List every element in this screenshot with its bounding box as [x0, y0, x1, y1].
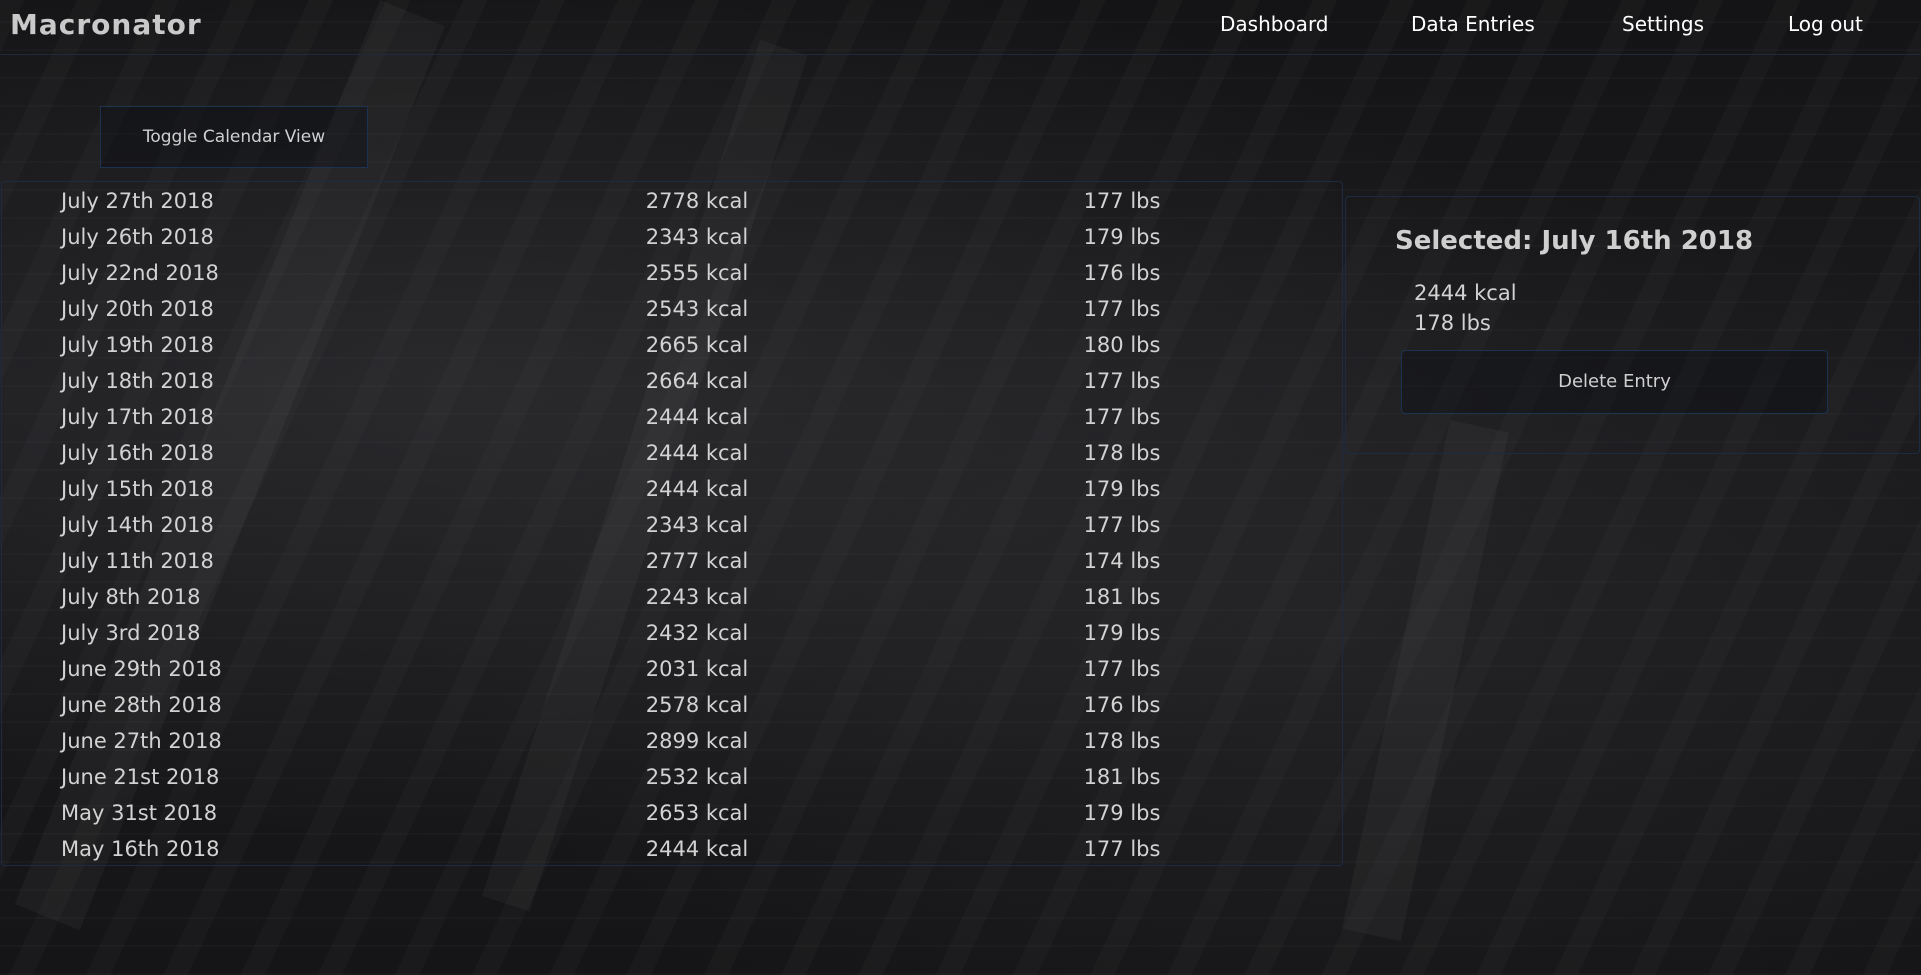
entry-kcal: 2532 kcal	[645, 765, 749, 789]
entry-weight: 177 lbs	[1083, 189, 1161, 213]
nav-dashboard-link[interactable]: Dashboard	[1220, 12, 1329, 36]
entry-date: July 15th 2018	[61, 477, 214, 501]
entry-date: July 27th 2018	[61, 189, 214, 213]
entry-row[interactable]: June 21st 2018 2532 kcal 181 lbs	[2, 762, 1342, 798]
entry-row[interactable]: July 18th 2018 2664 kcal 177 lbs	[2, 366, 1342, 402]
entry-kcal: 2444 kcal	[645, 441, 749, 465]
entry-date: July 16th 2018	[61, 441, 214, 465]
entry-kcal: 2899 kcal	[645, 729, 749, 753]
entry-weight: 177 lbs	[1083, 513, 1161, 537]
entry-row[interactable]: July 19th 2018 2665 kcal 180 lbs	[2, 330, 1342, 366]
entry-row[interactable]: June 28th 2018 2578 kcal 176 lbs	[2, 690, 1342, 726]
brand-logo[interactable]: Macronator	[10, 8, 202, 41]
entry-row[interactable]: July 22nd 2018 2555 kcal 176 lbs	[2, 258, 1342, 294]
nav-logout-link[interactable]: Log out	[1788, 12, 1863, 36]
entry-date: July 8th 2018	[61, 585, 201, 609]
entry-weight: 177 lbs	[1083, 837, 1161, 861]
entry-row[interactable]: June 27th 2018 2899 kcal 178 lbs	[2, 726, 1342, 762]
nav-data-entries-link[interactable]: Data Entries	[1411, 12, 1535, 36]
entry-kcal: 2243 kcal	[645, 585, 749, 609]
entry-weight: 179 lbs	[1083, 621, 1161, 645]
entry-row[interactable]: May 31st 2018 2653 kcal 179 lbs	[2, 798, 1342, 834]
entry-date: July 20th 2018	[61, 297, 214, 321]
selected-entry-panel: Selected: July 16th 2018 2444 kcal 178 l…	[1345, 196, 1920, 454]
entry-date: May 31st 2018	[61, 801, 218, 825]
entry-weight: 179 lbs	[1083, 477, 1161, 501]
entry-kcal: 2653 kcal	[645, 801, 749, 825]
selected-entry-weight: 178 lbs	[1414, 311, 1491, 335]
entry-date: June 27th 2018	[61, 729, 222, 753]
entry-date: June 28th 2018	[61, 693, 222, 717]
selected-entry-title: Selected: July 16th 2018	[1395, 226, 1754, 256]
entry-kcal: 2665 kcal	[645, 333, 749, 357]
entry-kcal: 2432 kcal	[645, 621, 749, 645]
entry-kcal: 2444 kcal	[645, 405, 749, 429]
entry-weight: 177 lbs	[1083, 657, 1161, 681]
entry-row[interactable]: July 26th 2018 2343 kcal 179 lbs	[2, 222, 1342, 258]
entry-row[interactable]: July 3rd 2018 2432 kcal 179 lbs	[2, 618, 1342, 654]
entry-weight: 179 lbs	[1083, 801, 1161, 825]
entry-weight: 177 lbs	[1083, 405, 1161, 429]
entry-date: July 11th 2018	[61, 549, 214, 573]
entry-row[interactable]: July 11th 2018 2777 kcal 174 lbs	[2, 546, 1342, 582]
entry-weight: 177 lbs	[1083, 369, 1161, 393]
entry-kcal: 2578 kcal	[645, 693, 749, 717]
toggle-calendar-view-button[interactable]: Toggle Calendar View	[100, 106, 368, 168]
nav-settings-link[interactable]: Settings	[1622, 12, 1704, 36]
entry-kcal: 2343 kcal	[645, 513, 749, 537]
entry-date: June 29th 2018	[61, 657, 222, 681]
entry-row[interactable]: July 17th 2018 2444 kcal 177 lbs	[2, 402, 1342, 438]
entry-date: July 3rd 2018	[61, 621, 201, 645]
entry-row[interactable]: July 14th 2018 2343 kcal 177 lbs	[2, 510, 1342, 546]
entry-kcal: 2778 kcal	[645, 189, 749, 213]
background-beam	[1342, 420, 1509, 941]
entry-weight: 174 lbs	[1083, 549, 1161, 573]
entry-date: July 17th 2018	[61, 405, 214, 429]
entry-date: July 19th 2018	[61, 333, 214, 357]
entry-kcal: 2555 kcal	[645, 261, 749, 285]
selected-entry-kcal: 2444 kcal	[1414, 281, 1517, 305]
entry-kcal: 2343 kcal	[645, 225, 749, 249]
entry-kcal: 2543 kcal	[645, 297, 749, 321]
entry-kcal: 2664 kcal	[645, 369, 749, 393]
top-navbar: Macronator Dashboard Data Entries Settin…	[0, 0, 1921, 55]
entry-weight: 181 lbs	[1083, 765, 1161, 789]
entry-weight: 178 lbs	[1083, 729, 1161, 753]
entry-date: July 26th 2018	[61, 225, 214, 249]
entry-kcal: 2444 kcal	[645, 837, 749, 861]
entries-list: July 27th 2018 2778 kcal 177 lbs July 26…	[1, 181, 1343, 866]
entry-row[interactable]: July 8th 2018 2243 kcal 181 lbs	[2, 582, 1342, 618]
entry-date: May 16th 2018	[61, 837, 220, 861]
entry-date: July 22nd 2018	[61, 261, 219, 285]
entry-weight: 180 lbs	[1083, 333, 1161, 357]
entry-date: June 21st 2018	[61, 765, 220, 789]
entry-kcal: 2777 kcal	[645, 549, 749, 573]
entry-row[interactable]: May 16th 2018 2444 kcal 177 lbs	[2, 834, 1342, 870]
entry-row-selected[interactable]: July 16th 2018 2444 kcal 178 lbs	[2, 438, 1342, 474]
entry-row[interactable]: July 20th 2018 2543 kcal 177 lbs	[2, 294, 1342, 330]
entry-weight: 179 lbs	[1083, 225, 1161, 249]
delete-entry-button[interactable]: Delete Entry	[1401, 350, 1828, 414]
entry-date: July 18th 2018	[61, 369, 214, 393]
entry-weight: 181 lbs	[1083, 585, 1161, 609]
entry-row[interactable]: July 27th 2018 2778 kcal 177 lbs	[2, 186, 1342, 222]
entry-row[interactable]: June 29th 2018 2031 kcal 177 lbs	[2, 654, 1342, 690]
entry-weight: 176 lbs	[1083, 261, 1161, 285]
entry-kcal: 2031 kcal	[645, 657, 749, 681]
entry-kcal: 2444 kcal	[645, 477, 749, 501]
entry-row[interactable]: July 15th 2018 2444 kcal 179 lbs	[2, 474, 1342, 510]
entry-weight: 178 lbs	[1083, 441, 1161, 465]
nav-links: Dashboard Data Entries Settings Log out	[1190, 12, 1910, 42]
entry-weight: 176 lbs	[1083, 693, 1161, 717]
entry-date: July 14th 2018	[61, 513, 214, 537]
entry-weight: 177 lbs	[1083, 297, 1161, 321]
